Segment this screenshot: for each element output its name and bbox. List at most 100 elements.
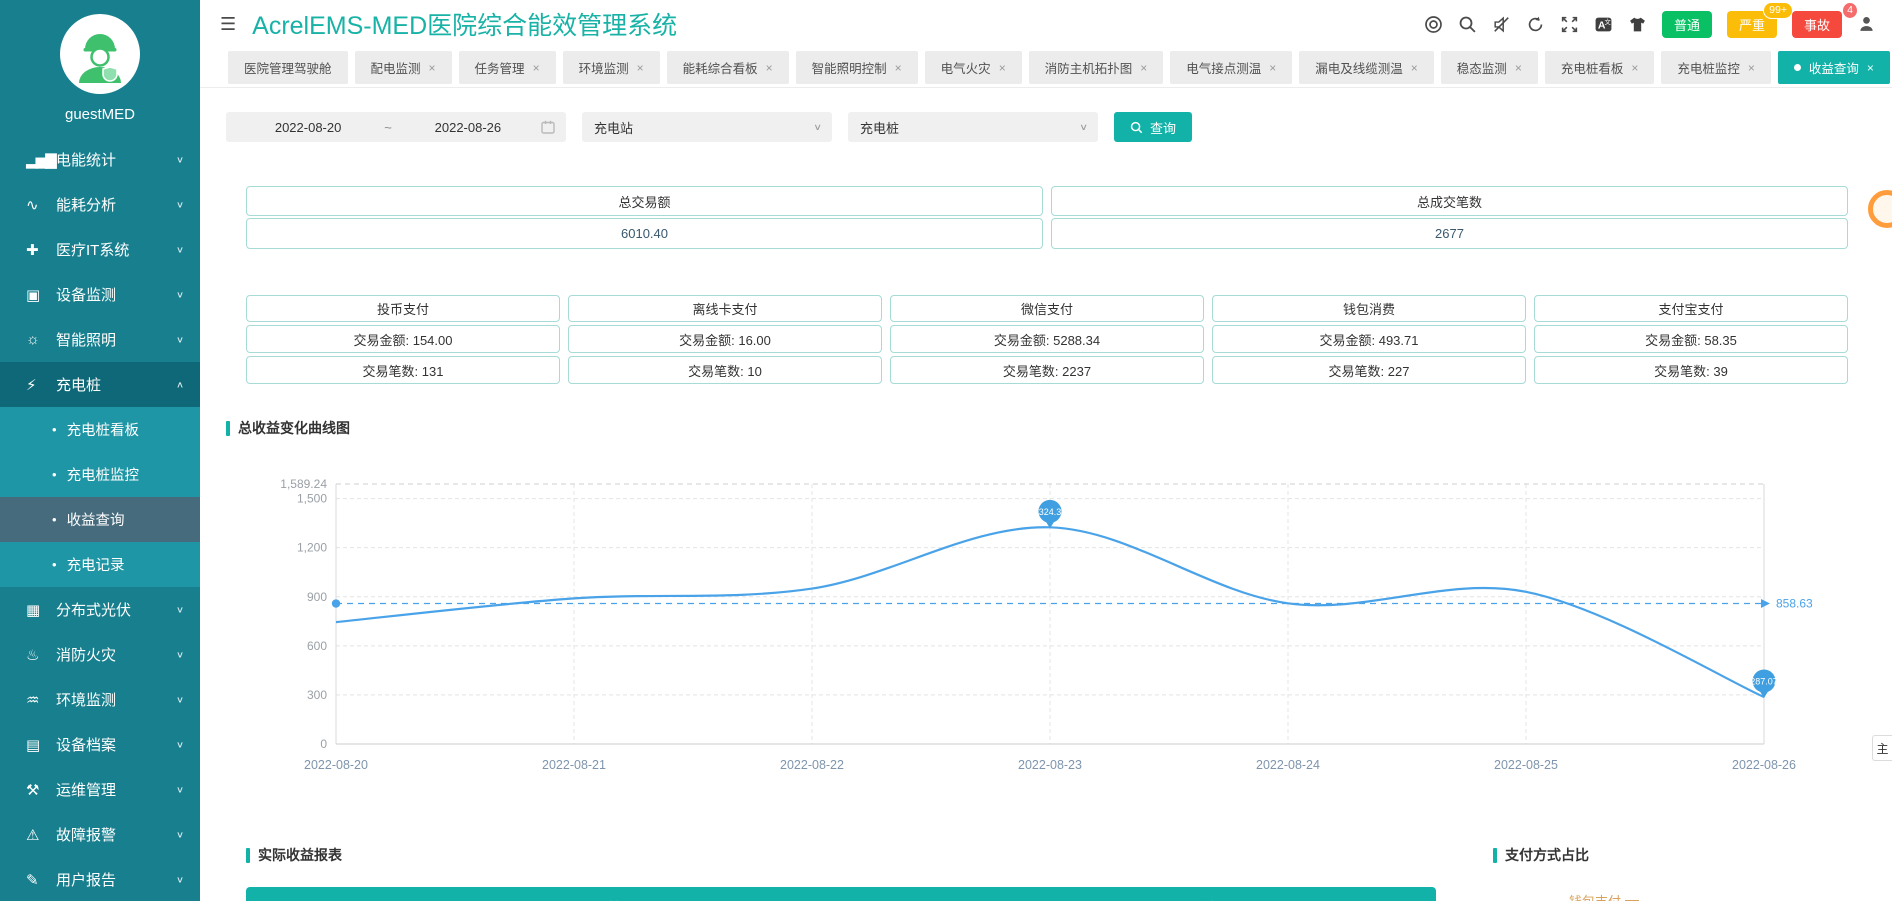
chevron-down-icon: ∨ — [176, 694, 184, 704]
sidebar-item-电能统计[interactable]: ▂▅▇电能统计∨ — [0, 137, 200, 182]
payment-card-count: 交易笔数: 2237 — [890, 356, 1204, 384]
avatar[interactable] — [60, 14, 140, 94]
status-badge-严重[interactable]: 严重99+ — [1727, 11, 1777, 38]
tab-close-icon[interactable]: × — [1631, 61, 1638, 75]
date-end[interactable]: 2022-08-26 — [396, 120, 540, 135]
chart-section-title-text: 总收益变化曲线图 — [238, 418, 350, 438]
date-start[interactable]: 2022-08-20 — [236, 120, 380, 135]
sidebar-item-充电桩[interactable]: ⚡充电桩∧ — [0, 362, 200, 407]
light-icon: ☼ — [26, 331, 56, 348]
hamburger-menu-icon[interactable]: ☰ — [220, 14, 236, 35]
sidebar-item-分布式光伏[interactable]: ▦分布式光伏∨ — [0, 587, 200, 632]
sidebar-item-label: 用户报告 — [56, 869, 176, 890]
search-icon[interactable] — [1458, 15, 1477, 34]
summary-card-title: 总交易额 — [246, 186, 1043, 216]
tab-稳态监测[interactable]: 稳态监测× — [1441, 51, 1538, 84]
revenue-line-chart: 03006009001,2001,5001,589.242022-08-2020… — [236, 468, 1892, 789]
payment-card-count: 交易笔数: 227 — [1212, 356, 1526, 384]
sidebar-item-故障报警[interactable]: ⚠故障报警∨ — [0, 812, 200, 857]
tab-电气火灾[interactable]: 电气火灾× — [925, 51, 1022, 84]
tab-充电桩监控[interactable]: 充电桩监控× — [1661, 51, 1771, 84]
tab-close-icon[interactable]: × — [1140, 61, 1147, 75]
sidebar-nav: ▂▅▇电能统计∨∿能耗分析∨✚医疗IT系统∨▣设备监测∨☼智能照明∨⚡充电桩∧•… — [0, 137, 200, 901]
theme-icon[interactable] — [1628, 15, 1647, 34]
tab-充电桩看板[interactable]: 充电桩看板 × — [1545, 51, 1655, 84]
mute-icon[interactable] — [1492, 15, 1511, 34]
tab-close-icon[interactable]: × — [1748, 61, 1755, 75]
status-badge-事故[interactable]: 事故4 — [1792, 11, 1842, 38]
status-badge-普通[interactable]: 普通 — [1662, 11, 1712, 38]
tab-close-icon[interactable]: × — [1867, 61, 1874, 75]
report-table-header: 桩 钱 — [246, 887, 1436, 901]
tab-close-icon[interactable]: × — [1269, 61, 1276, 75]
summary-cards: 总交易额6010.40总成交笔数2677 — [246, 186, 1848, 249]
sidebar-item-环境监测[interactable]: ♒环境监测∨ — [0, 677, 200, 722]
trend-icon: ∿ — [26, 196, 56, 214]
sidebar-subitem-充电桩监控[interactable]: •充电桩监控 — [0, 452, 200, 497]
query-button[interactable]: 查询 — [1114, 112, 1192, 142]
sidebar-item-label: 能耗分析 — [56, 194, 176, 215]
topbar-actions: A文 普通严重99+ 事故4 — [1424, 11, 1876, 38]
sidebar-item-能耗分析[interactable]: ∿能耗分析∨ — [0, 182, 200, 227]
refresh-icon[interactable] — [1526, 15, 1545, 34]
translate-icon[interactable]: A文 — [1594, 15, 1613, 34]
tab-close-icon[interactable]: × — [429, 61, 436, 75]
payment-card-amount: 交易金额: 493.71 — [1212, 325, 1526, 353]
sidebar-item-用户报告[interactable]: ✎用户报告∨ — [0, 857, 200, 901]
main-area: ☰ AcrelEMS-MED医院综合能效管理系统 A文普通严重99+事故4 医院… — [200, 0, 1892, 901]
sidebar-item-智能照明[interactable]: ☼智能照明∨ — [0, 317, 200, 362]
user-avatar-icon[interactable] — [1857, 15, 1876, 34]
chevron-down-icon: ∨ — [176, 874, 184, 884]
payment-card-title: 钱包消费 — [1212, 295, 1526, 322]
sidebar-item-label: 医疗IT系统 — [56, 239, 176, 260]
tab-label: 收益查询 — [1809, 58, 1859, 77]
section-title-bar — [246, 848, 250, 863]
tab-close-icon[interactable]: × — [1411, 61, 1418, 75]
sidebar-item-设备监测[interactable]: ▣设备监测∨ — [0, 272, 200, 317]
sidebar-item-消防火灾[interactable]: ♨消防火灾∨ — [0, 632, 200, 677]
tab-能耗综合看板[interactable]: 能耗综合看板× — [667, 51, 789, 84]
tab-医院管理驾驶舱[interactable]: 医院管理驾驶舱 — [228, 51, 348, 84]
tab-收益查询[interactable]: 收益查询 × — [1778, 51, 1890, 84]
bar-chart-icon: ▂▅▇ — [26, 151, 56, 169]
tab-智能照明控制[interactable]: 智能照明控制× — [796, 51, 918, 84]
tab-漏电及线缆测温[interactable]: 漏电及线缆测温× — [1299, 51, 1434, 84]
bullet-icon: • — [52, 467, 57, 482]
tab-电气接点测温[interactable]: 电气接点测温× — [1170, 51, 1292, 84]
help-ring-icon[interactable] — [1424, 15, 1443, 34]
sidebar-subitem-充电记录[interactable]: •充电记录 — [0, 542, 200, 587]
engineer-avatar-icon — [61, 15, 139, 93]
sidebar-item-医疗IT系统[interactable]: ✚医疗IT系统∨ — [0, 227, 200, 272]
bottom-section: 实际收益报表 桩 钱 支付方式占比 钱包支付 — [246, 845, 1892, 901]
sidebar-item-label: 消防火灾 — [56, 644, 176, 665]
tab-close-icon[interactable]: × — [533, 61, 540, 75]
tab-任务管理[interactable]: 任务管理× — [459, 51, 556, 84]
solar-icon: ▦ — [26, 601, 56, 619]
report-section-title: 实际收益报表 — [246, 845, 1436, 865]
calendar-icon — [540, 119, 556, 135]
sidebar-item-设备档案[interactable]: ▤设备档案∨ — [0, 722, 200, 767]
pile-select[interactable]: 充电桩 ∨ — [848, 112, 1098, 142]
tab-close-icon[interactable]: × — [999, 61, 1006, 75]
tab-环境监测[interactable]: 环境监测× — [563, 51, 660, 84]
station-select[interactable]: 充电站 ∨ — [582, 112, 832, 142]
y-axis-tick-label: 900 — [307, 590, 327, 604]
tab-close-icon[interactable]: × — [895, 61, 902, 75]
sidebar-subitem-充电桩看板[interactable]: •充电桩看板 — [0, 407, 200, 452]
tab-配电监测[interactable]: 配电监测× — [355, 51, 452, 84]
filter-bar: 2022-08-20 ~ 2022-08-26 充电站 ∨ 充电桩 ∨ — [226, 112, 1892, 142]
tab-close-icon[interactable]: × — [766, 61, 773, 75]
tab-close-icon[interactable]: × — [1515, 61, 1522, 75]
tab-label: 充电桩看板 — [1561, 58, 1624, 77]
chevron-down-icon: ∨ — [176, 784, 184, 794]
sidebar-item-label: 运维管理 — [56, 779, 176, 800]
sidebar-item-运维管理[interactable]: ⚒运维管理∨ — [0, 767, 200, 812]
sidebar-subitem-收益查询[interactable]: •收益查询 — [0, 497, 200, 542]
tab-close-icon[interactable]: × — [637, 61, 644, 75]
side-drawer-handle[interactable]: 主 — [1872, 735, 1892, 761]
y-axis-tick-label: 1,200 — [297, 541, 327, 555]
date-range-picker[interactable]: 2022-08-20 ~ 2022-08-26 — [226, 112, 566, 142]
sidebar-item-label: 分布式光伏 — [56, 599, 176, 620]
tab-消防主机拓扑图[interactable]: 消防主机拓扑图× — [1029, 51, 1164, 84]
fullscreen-icon[interactable] — [1560, 15, 1579, 34]
